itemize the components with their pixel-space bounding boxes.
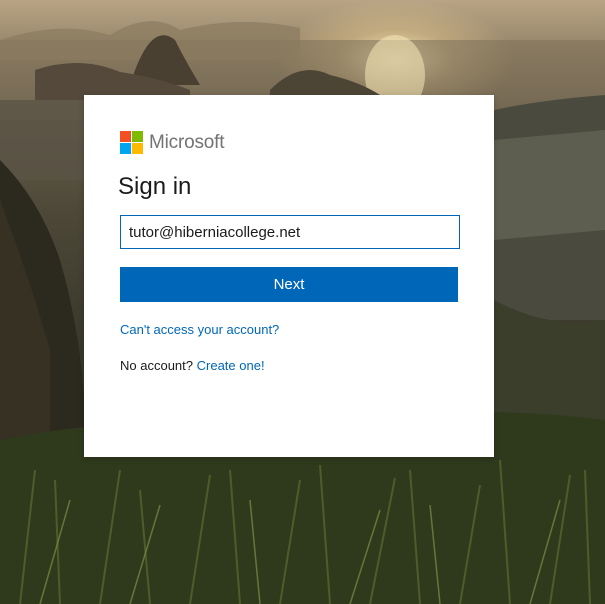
page-title: Sign in [118, 173, 192, 200]
next-button[interactable]: Next [120, 267, 458, 302]
no-account-row: No account? Create one! [120, 358, 265, 373]
create-account-link[interactable]: Create one! [197, 358, 265, 373]
no-account-label: No account? [120, 358, 193, 373]
logo-square-green [132, 131, 143, 142]
brand-name: Microsoft [149, 131, 225, 153]
microsoft-logo-icon [120, 131, 143, 154]
logo-square-red [120, 131, 131, 142]
cant-access-account-link[interactable]: Can't access your account? [120, 322, 279, 337]
logo-square-yellow [132, 143, 143, 154]
microsoft-logo: Microsoft [120, 131, 224, 154]
signin-card: Microsoft Sign in Next Can't access your… [84, 95, 494, 457]
email-field[interactable] [120, 215, 460, 249]
logo-square-blue [120, 143, 131, 154]
